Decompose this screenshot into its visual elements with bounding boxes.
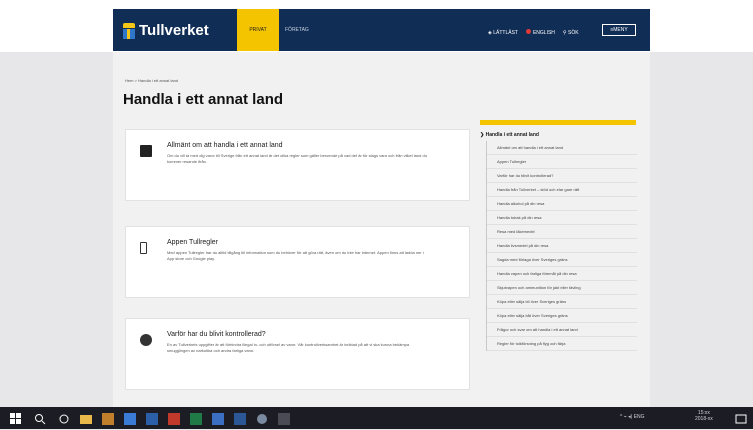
app-icon[interactable] — [102, 412, 114, 425]
sidebar-item[interactable]: Allmänt om att handla i ett annat land — [487, 141, 637, 155]
tullverket-logo[interactable]: Tullverket — [122, 22, 209, 39]
sidebar-item[interactable]: Handla från Tullverket – stöd och elar g… — [487, 183, 637, 197]
app-icon[interactable] — [146, 412, 158, 425]
sidebar-item[interactable]: Handla tobak på din resa — [487, 211, 637, 225]
flag-icon — [525, 29, 531, 34]
card-title[interactable]: Varför har du blivit kontrollerad? — [167, 331, 266, 338]
easy-read-link[interactable]: ◈ Lättläst — [488, 30, 518, 36]
sidebar-item[interactable]: Varför har du blivit kontrollerad? — [487, 169, 637, 183]
sidebar-nav: Allmänt om att handla i ett annat land A… — [486, 141, 637, 351]
tab-company[interactable]: Företag — [285, 9, 309, 51]
sidebar-item[interactable]: Frågor och svar om att handla i ett anna… — [487, 323, 637, 337]
sidebar-item[interactable]: Regler för tolkförsning på flyg och färj… — [487, 337, 637, 351]
card-text: Med appen Tullregler har du alltid tillg… — [167, 250, 424, 261]
sidebar-item[interactable]: Sagda med förlaga över Sveriges gräns — [487, 253, 637, 267]
crown-icon — [122, 22, 136, 39]
app-icon[interactable] — [124, 412, 136, 425]
app-icon[interactable] — [212, 412, 224, 425]
logo-text: Tullverket — [139, 22, 209, 39]
app-icon[interactable] — [168, 412, 180, 425]
question-circle-icon — [140, 334, 152, 346]
system-tray[interactable]: ^ ⌁ ◂) ENG — [620, 414, 645, 420]
app-icon[interactable] — [234, 412, 246, 425]
app-icon[interactable] — [278, 412, 290, 425]
sidebar-current-page[interactable]: ❯ Handla i ett annat land — [480, 132, 539, 138]
file-explorer-icon[interactable] — [80, 412, 92, 424]
app-icon[interactable] — [190, 412, 202, 425]
card-control[interactable]: Varför har du blivit kontrollerad? En av… — [125, 318, 470, 390]
sidebar-item[interactable]: Handla livsmedel på din resa — [487, 239, 637, 253]
task-view-icon[interactable] — [58, 412, 70, 424]
card-title[interactable]: Allmänt om att handla i ett annat land — [167, 142, 283, 149]
page-title: Handla i ett annat land — [123, 91, 284, 108]
card-text: En av Tullverkets uppgifter är att förhi… — [167, 342, 410, 353]
sidebar-item[interactable]: Handla alkohol på din resa — [487, 197, 637, 211]
search-icon[interactable] — [34, 412, 46, 425]
windows-start-icon[interactable] — [10, 412, 22, 424]
card-app[interactable]: Appen Tullregler Med appen Tullregler ha… — [125, 226, 470, 298]
breadcrumb[interactable]: Hem > Handla i ett annat land — [125, 78, 178, 83]
header-links: ◈ Lättläst English ⚲ Sök — [488, 29, 579, 36]
top-header — [0, 0, 753, 52]
search-link[interactable]: ⚲ Sök — [563, 30, 579, 36]
notification-icon[interactable] — [735, 412, 747, 424]
english-link[interactable]: English — [525, 29, 555, 36]
sidebar-item[interactable]: Köpa eller sälja bil över Sveriges gräns — [487, 295, 637, 309]
sidebar-item[interactable]: Resa med läkemedel — [487, 225, 637, 239]
card-general[interactable]: Allmänt om att handla i ett annat land O… — [125, 129, 470, 201]
sidebar-item[interactable]: Köpa eller sälja båt över Sveriges gräns — [487, 309, 637, 323]
card-text: Om du vill ta med dig varor till Sverige… — [167, 153, 427, 164]
windows-taskbar: ^ ⌁ ◂) ENG 15:xx 2018-xx — [0, 407, 753, 429]
clock[interactable]: 15:xx 2018-xx — [695, 410, 713, 422]
card-title[interactable]: Appen Tullregler — [167, 239, 218, 246]
sidebar-item[interactable]: Appen Tullregler — [487, 155, 637, 169]
sidebar-accent-bar — [480, 120, 636, 125]
sidebar-item[interactable]: Handla vapen och farliga föremål på din … — [487, 267, 637, 281]
phone-icon — [140, 242, 147, 254]
sidebar-item[interactable]: Skjutvapen och ammunition för jakt eller… — [487, 281, 637, 295]
app-icon[interactable] — [256, 412, 268, 424]
tab-private[interactable]: Privat — [237, 9, 279, 51]
briefcase-icon — [140, 145, 152, 157]
menu-button[interactable]: ≡ Meny — [602, 24, 636, 36]
